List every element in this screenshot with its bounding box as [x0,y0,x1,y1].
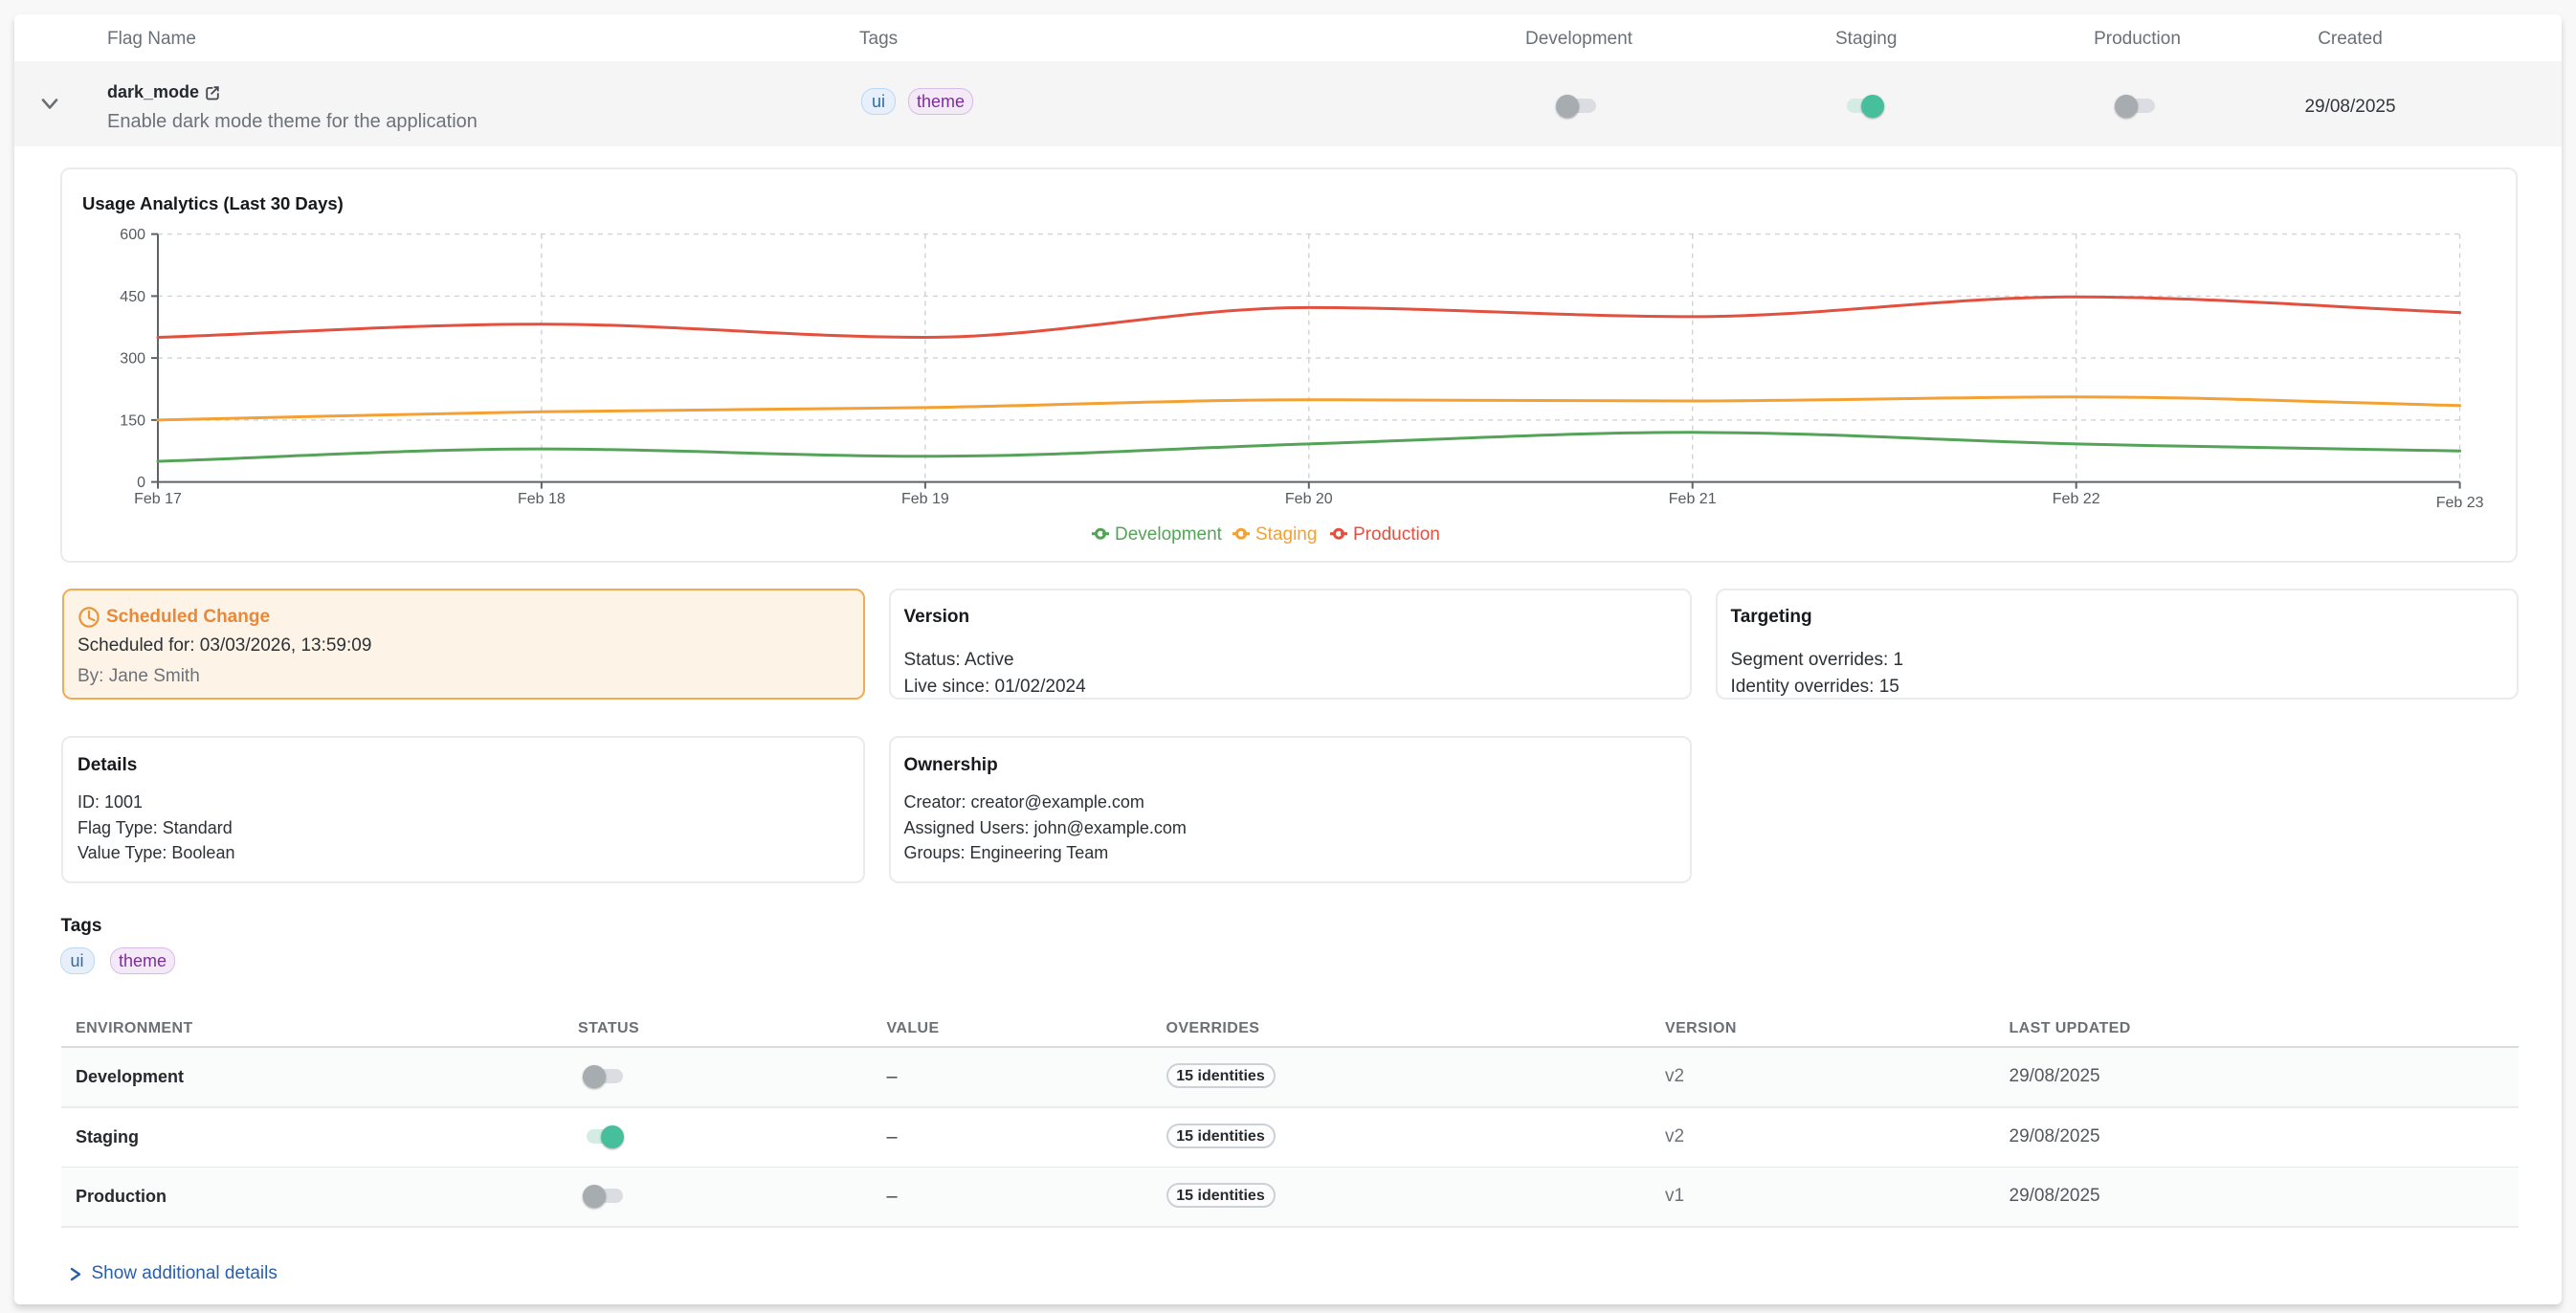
svg-text:150: 150 [120,412,145,429]
svg-text:Feb 19: Feb 19 [901,491,949,507]
svg-text:Staging: Staging [1255,524,1317,545]
svg-text:450: 450 [120,289,145,305]
svg-text:Feb 23: Feb 23 [2436,495,2484,511]
svg-text:Development: Development [1115,524,1223,545]
svg-text:Feb 21: Feb 21 [1669,491,1717,507]
svg-text:0: 0 [137,475,145,491]
svg-text:300: 300 [120,351,145,367]
svg-text:Feb 18: Feb 18 [518,491,566,507]
svg-text:Feb 22: Feb 22 [2053,491,2100,507]
svg-text:600: 600 [120,227,145,243]
svg-text:Production: Production [1353,524,1440,545]
svg-text:Feb 17: Feb 17 [134,491,182,507]
svg-text:Feb 20: Feb 20 [1285,491,1333,507]
